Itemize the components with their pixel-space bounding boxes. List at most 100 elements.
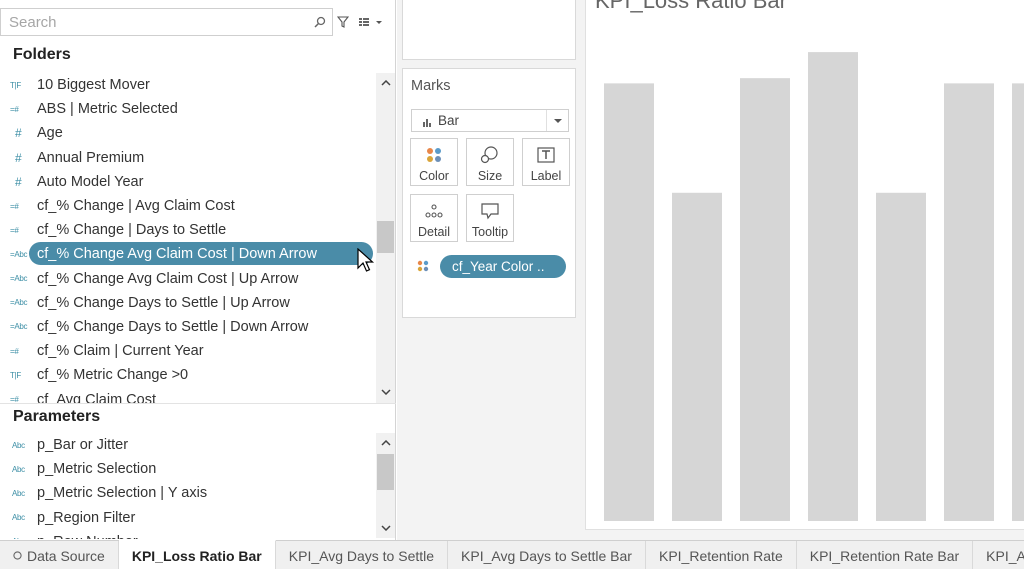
- sheet-tab[interactable]: KPI_Avg Days to Settle: [276, 541, 449, 569]
- fields-list: T|F 10 Biggest Mover =# ABS | Metric Select…: [0, 73, 376, 404]
- bar-chart: [604, 52, 1024, 522]
- field-item[interactable]: =# cf_% Change | Days to Settle: [0, 218, 376, 242]
- tab-data-source[interactable]: Data Source: [0, 541, 119, 569]
- field-item[interactable]: =Abc cf_% Change Avg Claim Cost | Up Arro…: [0, 267, 376, 291]
- field-item[interactable]: =# ABS | Metric Selected: [0, 97, 376, 121]
- field-type-icon: =Abc: [10, 274, 28, 284]
- scroll-down-icon[interactable]: [376, 383, 395, 401]
- tab-label: KPI_Avg Days to Settle Bar: [461, 547, 632, 564]
- parameters-scrollbar[interactable]: [376, 433, 395, 538]
- field-type-icon: =#: [10, 201, 19, 211]
- field-item[interactable]: T|F 10 Biggest Mover: [0, 73, 376, 97]
- parameter-item[interactable]: Abc p_Row Number: [0, 530, 376, 539]
- field-item[interactable]: =Abc cf_% Change Days to Settle | Up Arro…: [0, 291, 376, 315]
- field-item[interactable]: T|F cf_% Metric Change >0: [0, 363, 376, 387]
- field-label: cf_% Change Days to Settle | Down Arrow: [37, 318, 309, 335]
- color-field-pill[interactable]: cf_Year Color ..: [440, 255, 566, 278]
- field-label: Age: [37, 125, 63, 142]
- chart-bar[interactable]: [808, 52, 858, 521]
- sheet-tab[interactable]: KPI_Retention Rate: [646, 541, 797, 569]
- scroll-down-icon[interactable]: [376, 519, 395, 537]
- chart-bar[interactable]: [876, 192, 926, 521]
- field-label: cf_% Change Avg Claim Cost | Down Arrow: [37, 246, 317, 263]
- field-label: cf_% Change Days to Settle | Up Arrow: [37, 294, 290, 311]
- field-type-icon: =Abc: [10, 322, 28, 332]
- field-type-icon: =Abc: [10, 249, 28, 259]
- fields-scrollbar[interactable]: [376, 73, 395, 403]
- tab-label: KPI_Av: [986, 547, 1024, 564]
- field-type-icon: #: [15, 126, 22, 141]
- field-item[interactable]: =Abc cf_% Change Avg Claim Cost | Down Ar…: [0, 242, 376, 266]
- field-item[interactable]: =# cf_% Change | Avg Claim Cost: [0, 194, 376, 218]
- field-label: cf_% Change Avg Claim Cost | Up Arrow: [37, 270, 299, 287]
- search-input[interactable]: [9, 12, 299, 32]
- parameter-type-icon: Abc: [12, 440, 25, 450]
- sheet-title: KPI_Loss Ratio Bar: [595, 0, 787, 13]
- parameter-item[interactable]: Abc p_Bar or Jitter: [0, 433, 376, 457]
- parameter-item[interactable]: Abc p_Region Filter: [0, 506, 376, 530]
- database-icon: [13, 551, 22, 560]
- mark-type-dropdown[interactable]: Bar: [411, 109, 569, 132]
- parameter-type-icon: Abc: [12, 464, 25, 474]
- label-button[interactable]: Label: [522, 138, 570, 186]
- field-item[interactable]: # Annual Premium: [0, 146, 376, 170]
- tooltip-button[interactable]: Tooltip: [466, 194, 514, 242]
- size-button-label: Size: [477, 169, 503, 183]
- size-button[interactable]: Size: [466, 138, 514, 186]
- search-bar[interactable]: [0, 8, 333, 36]
- tab-label: Data Source: [27, 547, 105, 564]
- parameter-label: p_Bar or Jitter: [37, 437, 129, 454]
- parameter-item[interactable]: Abc p_Metric Selection: [0, 457, 376, 481]
- field-type-icon: =Abc: [10, 298, 28, 308]
- worksheet-canvas[interactable]: KPI_Loss Ratio Bar: [585, 0, 1024, 530]
- chevron-down-icon[interactable]: [546, 110, 568, 131]
- field-item[interactable]: # Auto Model Year: [0, 170, 376, 194]
- parameter-type-icon: Abc: [12, 537, 32, 539]
- color-dots-icon: [417, 259, 429, 272]
- scroll-thumb[interactable]: [377, 221, 394, 253]
- tab-label: KPI_Loss Ratio Bar: [131, 547, 262, 564]
- scroll-thumb[interactable]: [377, 454, 394, 490]
- chart-bar[interactable]: [604, 83, 654, 522]
- sheet-tab[interactable]: KPI_Retention Rate Bar: [797, 541, 974, 569]
- parameter-item[interactable]: Abc p_Metric Selection | Y axis: [0, 481, 376, 505]
- field-type-icon: #: [15, 174, 22, 189]
- field-type-icon: T|F: [10, 80, 21, 90]
- field-label: Auto Model Year: [37, 173, 144, 190]
- field-label: cf_% Change | Days to Settle: [37, 222, 227, 239]
- data-pane: Folders T|F 10 Biggest Mover =# ABS | Metri…: [0, 0, 396, 540]
- field-item[interactable]: =Abc cf_% Change Days to Settle | Down Ar…: [0, 315, 376, 339]
- parameter-label: p_Region Filter: [37, 509, 136, 526]
- field-type-icon: =#: [10, 104, 19, 114]
- parameters-list: Abc p_Bar or Jitter Abc p_Metric Selection A…: [0, 433, 376, 539]
- detail-button[interactable]: Detail: [410, 194, 458, 242]
- sheet-tab[interactable]: KPI_Av: [973, 541, 1024, 569]
- sheet-tab[interactable]: KPI_Avg Days to Settle Bar: [448, 541, 646, 569]
- field-label: Annual Premium: [37, 149, 145, 166]
- bar-chart-icon: [422, 115, 432, 127]
- chart-bar[interactable]: [740, 78, 790, 522]
- field-label: 10 Biggest Mover: [37, 77, 150, 94]
- field-label: cf_% Claim | Current Year: [37, 343, 204, 360]
- scroll-up-icon[interactable]: [376, 434, 395, 452]
- field-item[interactable]: =# cf_Avg Claim Cost: [0, 387, 376, 404]
- filter-icon[interactable]: [336, 14, 350, 30]
- search-icon[interactable]: [312, 14, 328, 30]
- chart-bar[interactable]: [672, 192, 722, 521]
- pages-card[interactable]: [402, 0, 576, 60]
- field-item[interactable]: # Age: [0, 121, 376, 145]
- field-item[interactable]: =# cf_% Claim | Current Year: [0, 339, 376, 363]
- color-button[interactable]: Color: [410, 138, 458, 186]
- scroll-up-icon[interactable]: [376, 74, 395, 92]
- field-label: ABS | Metric Selected: [37, 101, 178, 118]
- sheet-tab[interactable]: KPI_Loss Ratio Bar: [118, 540, 276, 569]
- tab-label: KPI_Retention Rate: [658, 547, 783, 564]
- field-label: cf_% Change | Avg Claim Cost: [37, 198, 235, 215]
- chart-bar[interactable]: [1012, 83, 1024, 522]
- field-label: cf_% Metric Change >0: [37, 367, 189, 384]
- marks-card: Marks Bar Color Size Label Detail Toolti…: [402, 68, 576, 318]
- field-type-icon: #: [15, 150, 22, 165]
- chart-bar[interactable]: [944, 83, 994, 522]
- view-options-icon[interactable]: [357, 14, 385, 30]
- section-divider: [0, 403, 396, 404]
